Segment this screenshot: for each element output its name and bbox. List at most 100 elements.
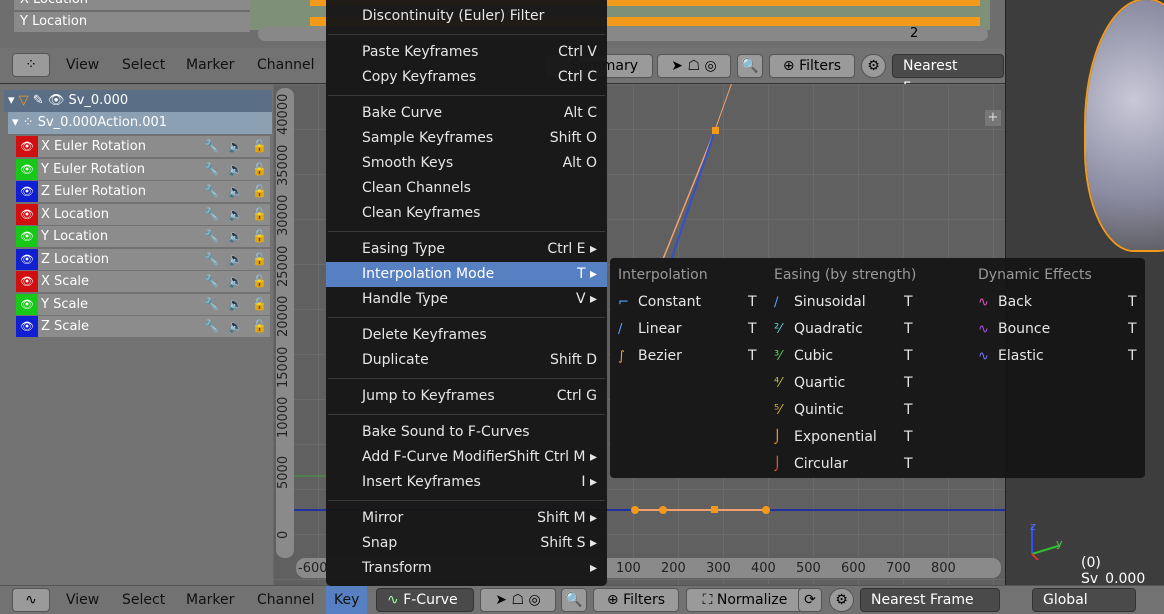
menu-item[interactable]: Copy Keyframes Ctrl C [326, 65, 607, 90]
lock-icon[interactable]: 🔓 [252, 316, 267, 337]
submenu-item[interactable]: ⌡ Circular T [774, 453, 954, 475]
keyframe-point[interactable] [712, 127, 719, 134]
mode-dropdown[interactable]: ∿ F-Curve [376, 588, 474, 612]
submenu-item[interactable]: ²⁄ Quadratic T [774, 318, 954, 340]
gear-icon[interactable]: ⚙ [861, 54, 886, 78]
menu-item[interactable]: Smooth Keys Alt O [326, 151, 607, 176]
speaker-icon[interactable]: 🔈 [228, 159, 243, 180]
menu-view[interactable]: View [66, 592, 99, 608]
fcurve-channel[interactable]: 👁 Y Euler Rotation 🔧 🔈 🔓 [16, 158, 270, 180]
dopesheet-channel[interactable]: Y Location [14, 12, 250, 32]
snap-dropdown[interactable]: Nearest Frame [860, 588, 1000, 612]
selection-toggles[interactable]: ➤ ☖ ◎ [480, 588, 556, 612]
menu-marker[interactable]: Marker [186, 592, 234, 608]
lock-icon[interactable]: 🔓 [252, 204, 267, 225]
submenu-item[interactable]: ⁴⁄ Quartic T [774, 372, 954, 394]
submenu-item[interactable]: ∫ Bezier T [618, 345, 798, 367]
speaker-icon[interactable]: 🔈 [228, 204, 243, 225]
menu-item[interactable]: Easing Type Ctrl E ▸ [326, 237, 607, 262]
fcurve-channel[interactable]: 👁 Y Scale 🔧 🔈 🔓 [16, 293, 270, 315]
eye-icon[interactable]: 👁 [16, 293, 38, 315]
lock-icon[interactable]: 🔓 [252, 249, 267, 270]
lock-icon[interactable]: 🔓 [252, 159, 267, 180]
submenu-item[interactable]: ³⁄ Cubic T [774, 345, 954, 367]
lock-icon[interactable]: 🔓 [252, 226, 267, 247]
menu-item[interactable]: Mirror Shift M ▸ [326, 506, 607, 531]
zoom-icon[interactable]: 🔍 [737, 54, 763, 78]
mesh-object[interactable] [1086, 0, 1164, 250]
menu-channel[interactable]: Channel [257, 57, 314, 73]
submenu-item[interactable]: ⁵⁄ Quintic T [774, 399, 954, 421]
menu-select[interactable]: Select [122, 592, 165, 608]
eye-icon[interactable]: 👁 [16, 158, 38, 180]
speaker-icon[interactable]: 🔈 [228, 271, 243, 292]
eye-icon[interactable]: 👁 [16, 316, 38, 337]
fcurve-channel[interactable]: 👁 X Euler Rotation 🔧 🔈 🔓 [16, 136, 270, 157]
menu-item[interactable]: Delete Keyframes [326, 323, 607, 348]
action-channel[interactable]: ▾ ⁘ Sv_0.000Action.001 [8, 112, 272, 134]
lock-icon[interactable]: 🔓 [252, 271, 267, 292]
menu-item[interactable]: Transform ▸ [326, 556, 607, 581]
object-channel[interactable]: ▾ ▽ ✎ 👁 Sv_0.000 [4, 90, 272, 112]
speaker-icon[interactable]: 🔈 [228, 136, 243, 157]
submenu-item[interactable]: ∿ Elastic T [978, 345, 1137, 367]
speaker-icon[interactable]: 🔈 [228, 316, 243, 337]
filters-button[interactable]: ⊕ Filters [769, 54, 855, 78]
wrench-icon[interactable]: 🔧 [204, 159, 219, 180]
menu-view[interactable]: View [66, 57, 99, 73]
speaker-icon[interactable]: 🔈 [228, 249, 243, 270]
snap-dropdown[interactable]: Nearest Frame [892, 54, 1004, 96]
eye-icon[interactable]: 👁 [16, 248, 38, 270]
menu-item[interactable]: Jump to Keyframes Ctrl G [326, 384, 607, 409]
wrench-icon[interactable]: 🔧 [204, 181, 219, 202]
editor-type-button[interactable]: ⁘ [12, 53, 50, 77]
menu-item[interactable]: Handle Type V ▸ [326, 287, 607, 312]
dopesheet-channel[interactable]: X Location [14, 0, 250, 10]
keyframe-point[interactable] [711, 506, 718, 513]
menu-item[interactable]: Snap Shift S ▸ [326, 531, 607, 556]
menu-item[interactable]: Add F-Curve Modifier Shift Ctrl M ▸ [326, 445, 607, 470]
submenu-item[interactable]: ∿ Bounce T [978, 318, 1137, 340]
speaker-icon[interactable]: 🔈 [228, 294, 243, 315]
fcurve-channel[interactable]: 👁 X Location 🔧 🔈 🔓 [16, 203, 270, 225]
eye-icon[interactable]: 👁 [16, 136, 38, 157]
menu-marker[interactable]: Marker [186, 57, 234, 73]
normalize-toggle[interactable]: ⛶ Normalize [686, 588, 804, 612]
menu-item[interactable]: Clean Channels [326, 176, 607, 201]
zoom-icon[interactable]: 🔍 [561, 588, 587, 612]
gear-icon[interactable]: ⚙ [829, 588, 854, 612]
menu-key[interactable]: Key [326, 586, 368, 614]
wrench-icon[interactable]: 🔧 [204, 204, 219, 225]
lock-icon[interactable]: 🔓 [252, 136, 267, 157]
filters-button[interactable]: ⊕ Filters [593, 588, 679, 612]
eye-icon[interactable]: 👁 [16, 271, 38, 292]
submenu-item[interactable]: / Linear T [618, 318, 798, 340]
menu-item[interactable]: Bake Curve Alt C [326, 101, 607, 126]
menu-select[interactable]: Select [122, 57, 165, 73]
speaker-icon[interactable]: 🔈 [228, 181, 243, 202]
menu-item[interactable]: Paste Keyframes Ctrl V [326, 40, 607, 65]
fcurve-channel[interactable]: 👁 X Scale 🔧 🔈 🔓 [16, 271, 270, 292]
wrench-icon[interactable]: 🔧 [204, 294, 219, 315]
submenu-item[interactable]: ∿ Back T [978, 291, 1137, 313]
eye-icon[interactable]: 👁 [16, 181, 38, 202]
wrench-icon[interactable]: 🔧 [204, 136, 219, 157]
fcurve-channel[interactable]: 👁 Z Location 🔧 🔈 🔓 [16, 248, 270, 270]
lock-icon[interactable]: 🔓 [252, 181, 267, 202]
wrench-icon[interactable]: 🔧 [204, 249, 219, 270]
menu-item[interactable]: Discontinuity (Euler) Filter [326, 4, 607, 29]
menu-channel[interactable]: Channel [257, 592, 314, 608]
orientation-dropdown[interactable]: Global [1032, 588, 1136, 612]
keyframe-point[interactable] [631, 506, 639, 514]
menu-item[interactable]: Duplicate Shift D [326, 348, 607, 373]
fcurve-channel[interactable]: 👁 Y Location 🔧 🔈 🔓 [16, 226, 270, 247]
wrench-icon[interactable]: 🔧 [204, 316, 219, 337]
fcurve-channel[interactable]: 👁 Z Scale 🔧 🔈 🔓 [16, 316, 270, 337]
keyframe-point[interactable] [659, 506, 667, 514]
keyframe-point[interactable] [762, 506, 770, 514]
selection-toggles[interactable]: ➤ ☖ ◎ [657, 54, 731, 78]
fcurve-channel[interactable]: 👁 Z Euler Rotation 🔧 🔈 🔓 [16, 181, 270, 202]
submenu-item[interactable]: ⌡ Exponential T [774, 426, 954, 448]
menu-item[interactable]: Clean Keyframes [326, 201, 607, 226]
menu-item[interactable]: Interpolation Mode T ▸ [326, 262, 607, 287]
